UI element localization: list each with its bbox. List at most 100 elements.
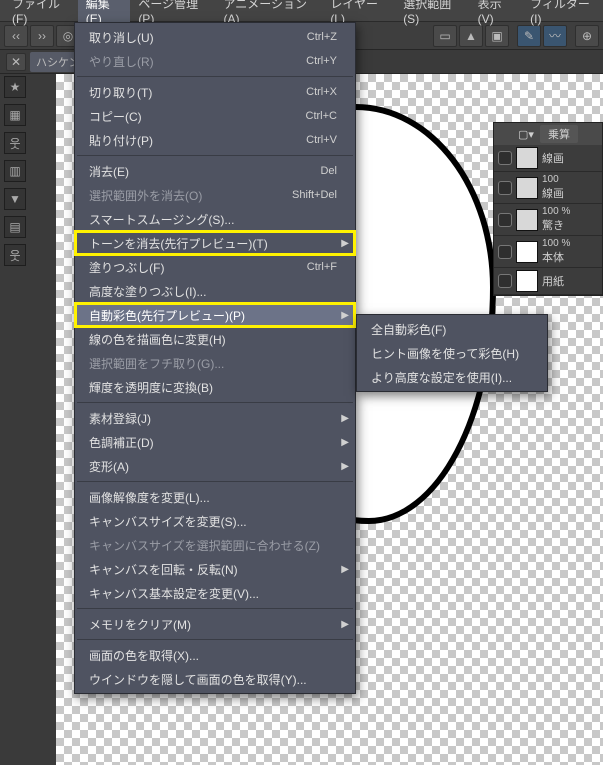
menu-item: 選択範囲外を消去(O)Shift+Del bbox=[75, 183, 355, 207]
submenu-item[interactable]: ヒント画像を使って彩色(H) bbox=[357, 341, 547, 365]
person-a-icon[interactable]: 웃 bbox=[4, 132, 26, 154]
menu-item-label: 塗りつぶし(F) bbox=[89, 259, 307, 276]
layer-row[interactable]: 線画 bbox=[494, 145, 602, 172]
layer-name: 線画 bbox=[542, 150, 598, 166]
menu-item: 選択範囲をフチ取り(G)... bbox=[75, 351, 355, 375]
visibility-toggle-icon[interactable] bbox=[498, 181, 512, 195]
grid-icon[interactable]: ▦ bbox=[4, 104, 26, 126]
menu-item[interactable]: キャンバスサイズを変更(S)... bbox=[75, 509, 355, 533]
menu-item: やり直し(R)Ctrl+Y bbox=[75, 49, 355, 73]
menu-item[interactable]: 画面の色を取得(X)... bbox=[75, 643, 355, 667]
menu-item[interactable]: メモリをクリア(M) ▶ bbox=[75, 612, 355, 636]
menu-item[interactable]: スマートスムージング(S)... bbox=[75, 207, 355, 231]
tri-icon[interactable]: ▼ bbox=[4, 188, 26, 210]
menu-item-label: 高度な塗りつぶし(I)... bbox=[89, 283, 337, 300]
layer-name: 本体 bbox=[542, 249, 598, 265]
menu-item-label: 選択範囲外を消去(O) bbox=[89, 187, 292, 204]
layers-header[interactable]: ▢▾ 乗算 bbox=[494, 123, 602, 145]
menu-item[interactable]: 消去(E)Del bbox=[75, 159, 355, 183]
layer-row[interactable]: 100線画 bbox=[494, 172, 602, 204]
left-tools: ★ ▦ 웃 ▥ ▼ ▤ 웃 bbox=[4, 76, 28, 266]
layer-info: 100 %驚き bbox=[542, 206, 598, 233]
menu-item-label: メモリをクリア(M) bbox=[89, 616, 337, 633]
menu-item-label: トーンを消去(先行プレビュー)(T) bbox=[89, 235, 337, 252]
menu-item[interactable]: 自動彩色(先行プレビュー)(P)▶ bbox=[75, 303, 355, 327]
visibility-toggle-icon[interactable] bbox=[498, 245, 512, 259]
submenu-item-label: より高度な設定を使用(I)... bbox=[371, 369, 529, 386]
menu-item-label: 取り消し(U) bbox=[89, 29, 307, 46]
menu-item[interactable]: 変形(A)▶ bbox=[75, 454, 355, 478]
menu-item[interactable]: 素材登録(J)▶ bbox=[75, 406, 355, 430]
menu-item-shortcut: Ctrl+C bbox=[306, 110, 337, 122]
menu-item-label: キャンバス基本設定を変更(V)... bbox=[89, 585, 337, 602]
person-b-icon[interactable]: 웃 bbox=[4, 244, 26, 266]
layer-info: 用紙 bbox=[542, 273, 598, 289]
submenu-item[interactable]: 全自動彩色(F) bbox=[357, 317, 547, 341]
layer-thumbnail bbox=[516, 241, 538, 263]
layer-thumbnail bbox=[516, 270, 538, 292]
visibility-toggle-icon[interactable] bbox=[498, 274, 512, 288]
menu-separator bbox=[77, 76, 353, 77]
star-icon[interactable]: ★ bbox=[4, 76, 26, 98]
menu-item-shortcut: Del bbox=[320, 165, 337, 177]
menu-item[interactable]: 塗りつぶし(F)Ctrl+F bbox=[75, 255, 355, 279]
layer-info: 100 %本体 bbox=[542, 238, 598, 265]
menu-item-shortcut: Ctrl+F bbox=[307, 261, 337, 273]
menu-item[interactable]: 貼り付け(P)Ctrl+V bbox=[75, 128, 355, 152]
menu-item[interactable]: キャンバス基本設定を変更(V)... bbox=[75, 581, 355, 605]
submenu-item[interactable]: より高度な設定を使用(I)... bbox=[357, 365, 547, 389]
layer-thumbnail bbox=[516, 209, 538, 231]
submenu-arrow-icon: ▶ bbox=[341, 564, 349, 575]
menu-item[interactable]: キャンバスを回転・反転(N) ▶ bbox=[75, 557, 355, 581]
submenu-arrow-icon: ▶ bbox=[341, 461, 349, 472]
submenu-arrow-icon: ▶ bbox=[341, 619, 349, 630]
layer-name: 線画 bbox=[542, 185, 598, 201]
menu-item[interactable]: 線の色を描画色に変更(H) bbox=[75, 327, 355, 351]
visibility-toggle-icon[interactable] bbox=[498, 213, 512, 227]
menu-item[interactable]: 高度な塗りつぶし(I)... bbox=[75, 279, 355, 303]
menubar-item[interactable]: ファイル(F) bbox=[4, 0, 78, 29]
menu-item-label: 消去(E) bbox=[89, 163, 320, 180]
menu-item-label: 切り取り(T) bbox=[89, 84, 306, 101]
menu-item-label: 自動彩色(先行プレビュー)(P) bbox=[89, 307, 337, 324]
menu-item-label: 画面の色を取得(X)... bbox=[89, 647, 337, 664]
layer-info: 100線画 bbox=[542, 174, 598, 201]
menu-item-label: キャンバスサイズを選択範囲に合わせる(Z) bbox=[89, 537, 337, 554]
menu-separator bbox=[77, 481, 353, 482]
close-mark-icon[interactable]: ✕ bbox=[6, 53, 26, 71]
menubar-item[interactable]: 選択範囲(S) bbox=[395, 0, 469, 29]
menu-item-shortcut: Shift+Del bbox=[292, 189, 337, 201]
menu-item-label: スマートスムージング(S)... bbox=[89, 211, 337, 228]
layer-name: 驚き bbox=[542, 217, 598, 233]
menu-item[interactable]: コピー(C)Ctrl+C bbox=[75, 104, 355, 128]
menu-item[interactable]: 切り取り(T)Ctrl+X bbox=[75, 80, 355, 104]
visibility-toggle-icon[interactable] bbox=[498, 151, 512, 165]
menu-separator bbox=[77, 639, 353, 640]
menu-item[interactable]: 画像解像度を変更(L)... bbox=[75, 485, 355, 509]
layer-row[interactable]: 100 %本体 bbox=[494, 236, 602, 268]
menubar-item[interactable]: 表示(V) bbox=[470, 0, 523, 29]
layer-name: 用紙 bbox=[542, 273, 598, 289]
layer-opacity: 100 bbox=[542, 174, 598, 185]
layer-row[interactable]: 用紙 bbox=[494, 268, 602, 295]
menu-item[interactable]: 輝度を透明度に変換(B) bbox=[75, 375, 355, 399]
menu-separator bbox=[77, 155, 353, 156]
menu-item: キャンバスサイズを選択範囲に合わせる(Z) bbox=[75, 533, 355, 557]
menu-item-label: 色調補正(D) bbox=[89, 434, 337, 451]
menu-item-shortcut: Ctrl+V bbox=[306, 134, 337, 146]
grad-icon[interactable]: ▤ bbox=[4, 216, 26, 238]
menu-item[interactable]: 色調補正(D)▶ bbox=[75, 430, 355, 454]
menu-item[interactable]: トーンを消去(先行プレビュー)(T)▶ bbox=[75, 231, 355, 255]
menu-item-label: キャンバスを回転・反転(N) bbox=[89, 561, 337, 578]
submenu-item-label: ヒント画像を使って彩色(H) bbox=[371, 345, 529, 362]
menu-item-label: 画像解像度を変更(L)... bbox=[89, 489, 337, 506]
layer-row[interactable]: 100 %驚き bbox=[494, 204, 602, 236]
split-icon[interactable]: ▥ bbox=[4, 160, 26, 182]
layer-thumbnail bbox=[516, 177, 538, 199]
menu-item[interactable]: ウインドウを隠して画面の色を取得(Y)... bbox=[75, 667, 355, 691]
menubar-item[interactable]: フィルター(I) bbox=[522, 0, 603, 29]
blend-mode-select[interactable]: 乗算 bbox=[540, 125, 578, 143]
menu-item[interactable]: 取り消し(U)Ctrl+Z bbox=[75, 25, 355, 49]
submenu-item-label: 全自動彩色(F) bbox=[371, 321, 529, 338]
menu-item-shortcut: Ctrl+Y bbox=[306, 55, 337, 67]
